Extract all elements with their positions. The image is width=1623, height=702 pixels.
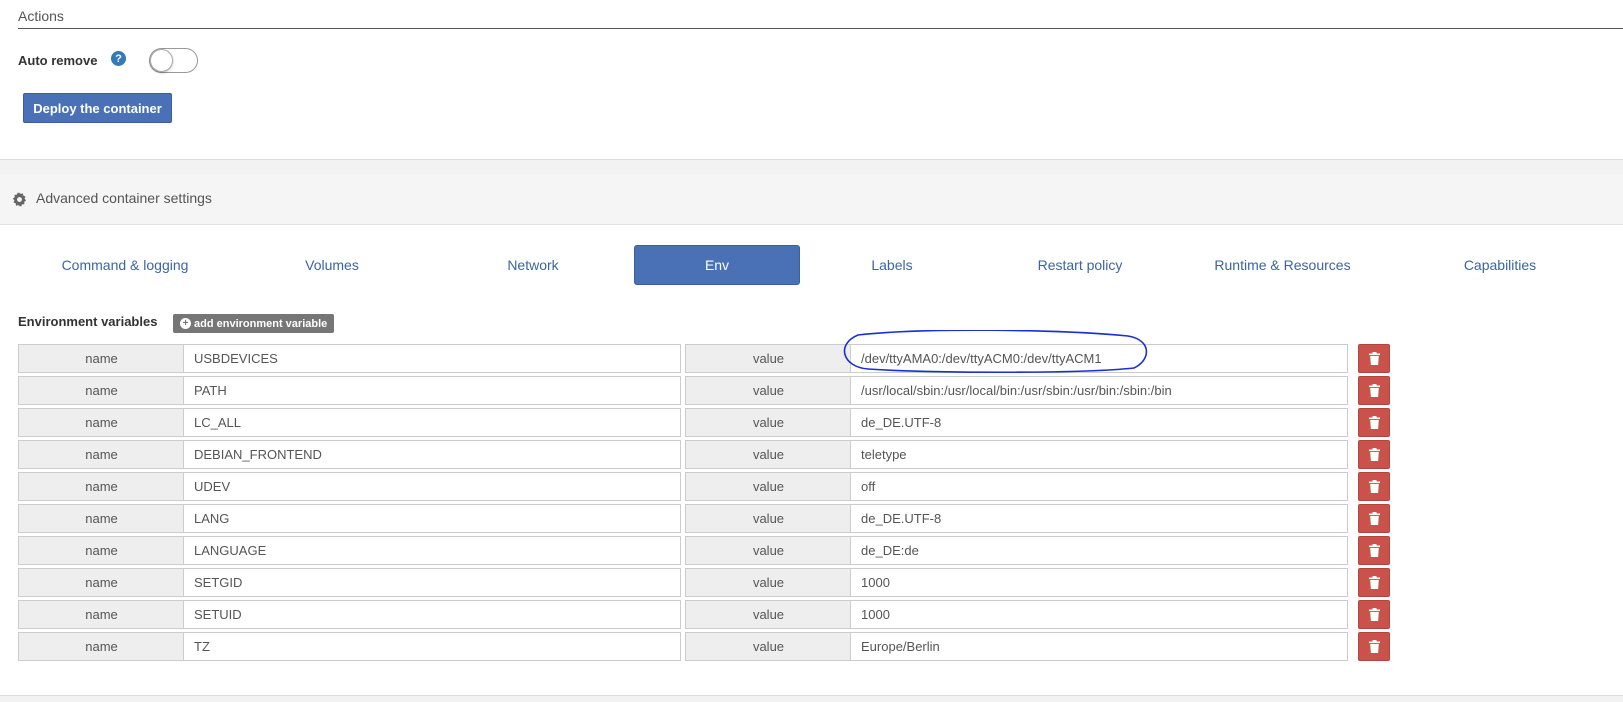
env-variable-row: name value [18, 600, 1390, 629]
trash-icon [1368, 512, 1380, 525]
trash-icon [1368, 480, 1380, 493]
value-addon: value [685, 504, 851, 533]
trash-icon [1368, 416, 1380, 429]
tab-capabilities[interactable]: Capabilities [1400, 245, 1600, 285]
env-value-input[interactable] [850, 600, 1348, 629]
env-variable-row: name value [18, 440, 1390, 469]
env-value-input[interactable] [850, 344, 1348, 373]
add-env-variable-button[interactable]: + add environment variable [173, 314, 335, 333]
env-value-input[interactable] [850, 408, 1348, 437]
delete-env-variable-button[interactable] [1358, 376, 1390, 405]
name-addon: name [18, 344, 184, 373]
env-section-label: Environment variables [18, 314, 158, 329]
value-addon: value [685, 344, 851, 373]
tab-labels[interactable]: Labels [815, 245, 969, 285]
env-name-input[interactable] [183, 376, 681, 405]
tab-command-logging[interactable]: Command & logging [30, 245, 220, 285]
advanced-settings-header: Advanced container settings [0, 174, 1623, 225]
tab-env[interactable]: Env [634, 245, 800, 285]
delete-env-variable-button[interactable] [1358, 408, 1390, 437]
name-addon: name [18, 504, 184, 533]
auto-remove-toggle[interactable] [149, 48, 198, 73]
gear-icon [12, 192, 27, 207]
env-value-input[interactable] [850, 632, 1348, 661]
name-addon: name [18, 440, 184, 469]
env-name-input[interactable] [183, 568, 681, 597]
env-name-input[interactable] [183, 504, 681, 533]
name-addon: name [18, 472, 184, 501]
tab-restart-policy[interactable]: Restart policy [1000, 245, 1160, 285]
actions-section: Actions Auto remove ? Deploy the contain… [0, 0, 1623, 159]
bottom-divider [0, 695, 1623, 702]
tab-volumes[interactable]: Volumes [247, 245, 417, 285]
auto-remove-label: Auto remove [18, 53, 98, 68]
env-variable-row: name value [18, 536, 1390, 565]
actions-title: Actions [18, 8, 1623, 29]
trash-icon [1368, 576, 1380, 589]
tab-runtime-resources[interactable]: Runtime & Resources [1195, 245, 1370, 285]
value-addon: value [685, 408, 851, 437]
value-addon: value [685, 536, 851, 565]
tab-network[interactable]: Network [447, 245, 619, 285]
env-name-input[interactable] [183, 408, 681, 437]
env-variable-row: name value [18, 408, 1390, 437]
env-variable-row: name value [18, 376, 1390, 405]
name-addon: name [18, 408, 184, 437]
env-value-input[interactable] [850, 568, 1348, 597]
delete-env-variable-button[interactable] [1358, 504, 1390, 533]
delete-env-variable-button[interactable] [1358, 536, 1390, 565]
env-name-input[interactable] [183, 472, 681, 501]
value-addon: value [685, 632, 851, 661]
trash-icon [1368, 608, 1380, 621]
delete-env-variable-button[interactable] [1358, 632, 1390, 661]
env-name-input[interactable] [183, 536, 681, 565]
env-variable-row: name value [18, 632, 1390, 661]
env-value-input[interactable] [850, 440, 1348, 469]
env-name-input[interactable] [183, 440, 681, 469]
name-addon: name [18, 568, 184, 597]
name-addon: name [18, 632, 184, 661]
env-value-input[interactable] [850, 536, 1348, 565]
env-variable-list: namevaluenamevaluenamevaluenamevaluename… [18, 344, 1390, 664]
trash-icon [1368, 352, 1380, 365]
plus-circle-icon: + [180, 318, 191, 329]
name-addon: name [18, 600, 184, 629]
env-variable-row: name value [18, 472, 1390, 501]
help-icon[interactable]: ? [111, 51, 126, 66]
toggle-knob [150, 49, 173, 72]
trash-icon [1368, 640, 1380, 653]
section-divider [0, 159, 1623, 174]
value-addon: value [685, 376, 851, 405]
env-name-input[interactable] [183, 600, 681, 629]
trash-icon [1368, 384, 1380, 397]
env-variable-row: name value [18, 568, 1390, 597]
env-variable-row: name value [18, 344, 1390, 373]
delete-env-variable-button[interactable] [1358, 440, 1390, 469]
value-addon: value [685, 568, 851, 597]
value-addon: value [685, 472, 851, 501]
name-addon: name [18, 536, 184, 565]
trash-icon [1368, 544, 1380, 557]
trash-icon [1368, 448, 1380, 461]
add-env-variable-label: add environment variable [194, 317, 328, 330]
delete-env-variable-button[interactable] [1358, 344, 1390, 373]
deploy-container-button[interactable]: Deploy the container [23, 93, 172, 123]
env-value-input[interactable] [850, 504, 1348, 533]
value-addon: value [685, 440, 851, 469]
settings-tabs: Command & logging Volumes Network Env La… [0, 245, 1623, 285]
env-value-input[interactable] [850, 472, 1348, 501]
advanced-settings-title: Advanced container settings [36, 190, 212, 206]
env-variable-row: name value [18, 504, 1390, 533]
delete-env-variable-button[interactable] [1358, 600, 1390, 629]
env-value-input[interactable] [850, 376, 1348, 405]
env-name-input[interactable] [183, 344, 681, 373]
env-name-input[interactable] [183, 632, 681, 661]
value-addon: value [685, 600, 851, 629]
delete-env-variable-button[interactable] [1358, 568, 1390, 597]
name-addon: name [18, 376, 184, 405]
delete-env-variable-button[interactable] [1358, 472, 1390, 501]
